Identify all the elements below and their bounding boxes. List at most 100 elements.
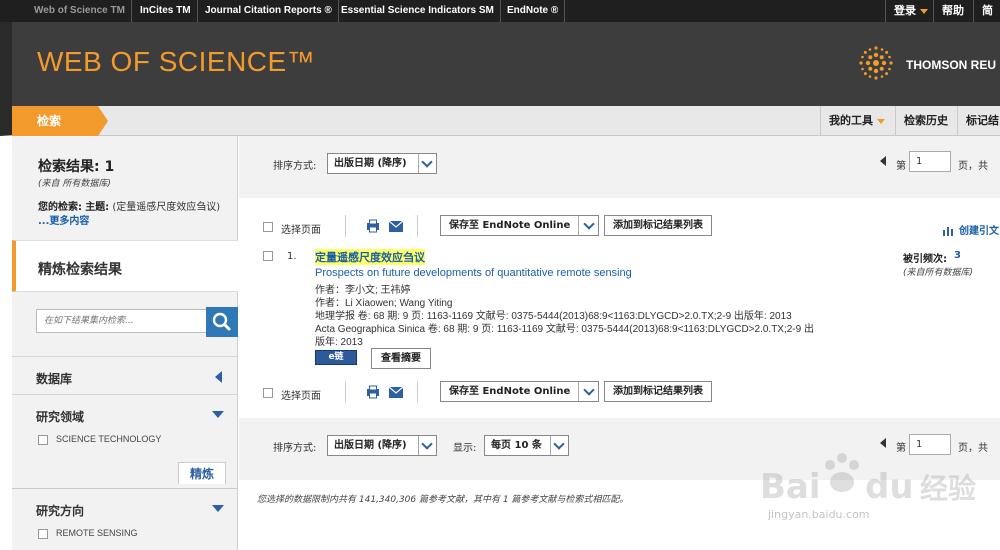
divider (417, 215, 418, 237)
product-link-endnote[interactable]: EndNote ® (501, 0, 566, 22)
watermark-url: jingyan.baidu.com (768, 508, 870, 521)
times-cited-source: (来自所有数据库) (903, 268, 974, 278)
print-icon[interactable] (366, 219, 380, 233)
sort-select[interactable]: 出版日期 (降序) (327, 153, 437, 174)
marked-list-link[interactable]: 标记结 (957, 106, 1000, 136)
chevron-down-icon (418, 154, 436, 173)
svg-text:du: du (865, 467, 914, 507)
research-direction-label: 研究方向 (36, 504, 85, 518)
tab-search[interactable]: 检索 (12, 106, 108, 136)
research-direction-option[interactable]: REMOTE SENSING (38, 528, 138, 539)
per-page-value: 每页 10 条 (491, 440, 542, 451)
sort-select[interactable]: 出版日期 (降序) (327, 435, 437, 456)
chevron-down-icon (550, 436, 568, 455)
checkbox[interactable] (38, 434, 48, 445)
product-link-jcr[interactable]: Journal Citation Reports ® (199, 0, 339, 22)
query-label: 您的检索: (38, 202, 82, 213)
divider (345, 215, 346, 237)
show-label: 显示: (453, 443, 477, 454)
record-source-en-year: 版年: 2013 (315, 337, 363, 348)
save-endnote-label: 保存至 EndNote Online (449, 386, 571, 397)
help-link[interactable]: 帮助 (933, 0, 972, 22)
e-link-badge[interactable]: e链 (315, 350, 357, 365)
divider (345, 381, 346, 403)
save-endnote-button[interactable]: 保存至 EndNote Online (440, 215, 600, 236)
prev-page-icon[interactable] (880, 156, 886, 166)
product-bar: Web of Science TM InCites TM Journal Cit… (0, 0, 1000, 39)
chevron-down-icon (920, 8, 928, 14)
add-marked-button[interactable]: 添加到标记结果列表 (604, 381, 712, 402)
select-page-label: 选择页面 (281, 225, 321, 236)
sidebar: 检索结果: 1 (来自 所有数据库) 您的检索: 主题: (定量遥感尺度效应刍议… (12, 136, 238, 550)
research-area-option[interactable]: SCIENCE TECHNOLOGY (38, 434, 161, 445)
database-label: 数据库 (36, 372, 73, 386)
product-link-wos[interactable]: Web of Science TM (28, 0, 132, 22)
my-tools-menu[interactable]: 我的工具 (820, 106, 893, 136)
database-facet-header[interactable]: 数据库 (12, 356, 238, 396)
record-title-en[interactable]: Prospects on future developments of quan… (315, 267, 632, 279)
chevron-down-icon (877, 118, 885, 124)
refine-search-input[interactable] (36, 309, 208, 333)
per-page-select[interactable]: 每页 10 条 (484, 435, 569, 456)
language-menu[interactable]: 简体 (973, 0, 1000, 39)
svg-text:经验: 经验 (920, 472, 976, 505)
print-icon[interactable] (366, 385, 380, 399)
add-marked-button[interactable]: 添加到标记结果列表 (604, 215, 712, 236)
select-page-label: 选择页面 (281, 391, 321, 402)
thomson-reuters-logo (859, 46, 893, 80)
search-history-link[interactable]: 检索历史 (895, 106, 956, 136)
page-number-input[interactable] (909, 151, 951, 172)
chevron-down-icon (418, 436, 436, 455)
sort-value: 出版日期 (降序) (334, 440, 407, 451)
record-checkbox[interactable] (263, 251, 273, 261)
query-text: (定量遥感尺度效应刍议) (112, 202, 221, 213)
chevron-left-icon (215, 371, 222, 383)
result-footnote: 您选择的数据限制内共有 141,340,306 篇参考文献，其中有 1 篇参考文… (257, 495, 629, 505)
query-summary: 您的检索: 主题: (定量遥感尺度效应刍议) ...更多内容 (38, 201, 228, 229)
header: WEB OF SCIENCE™ (0, 22, 1000, 106)
research-direction-facet-header[interactable]: 研究方向 (12, 488, 238, 528)
refine-button[interactable]: 精炼 (178, 462, 226, 484)
page-total-label: 页，共 (958, 161, 988, 172)
research-area-label: 研究领域 (36, 410, 85, 424)
product-link-incites[interactable]: InCites TM (134, 0, 198, 22)
my-tools-label: 我的工具 (829, 114, 873, 127)
sort-label: 排序方式: (273, 161, 317, 172)
times-cited-label: 被引频次: (903, 254, 947, 265)
record-source-en: Acta Geographica Sinica 卷: 68 期: 9 页: 11… (315, 324, 814, 335)
research-direction-option-label: REMOTE SENSING (56, 528, 138, 538)
login-label: 登录 (894, 4, 916, 17)
view-abstract-button[interactable]: 查看摘要 (371, 348, 431, 369)
nav-bar: 检索 我的工具 检索历史 标记结 (0, 106, 1000, 136)
svg-text:Bai: Bai (760, 467, 821, 507)
search-icon (212, 312, 231, 331)
record-index: 1. (287, 251, 297, 262)
brand-name: THOMSON REU (906, 58, 996, 72)
product-link-esi[interactable]: Essential Science Indicators SM (335, 0, 501, 22)
select-page-checkbox[interactable] (263, 222, 273, 232)
bar-chart-icon (943, 227, 953, 236)
record-title-cn[interactable]: 定量遥感尺度效应刍议 (315, 249, 425, 265)
chevron-down-icon (212, 505, 224, 512)
divider (417, 381, 418, 403)
results-source: (来自 所有数据库) (38, 179, 111, 189)
select-page-checkbox[interactable] (263, 388, 273, 398)
results-count-title: 检索结果: 1 (38, 159, 115, 175)
sort-value: 出版日期 (降序) (334, 158, 407, 169)
times-cited-count[interactable]: 3 (954, 250, 961, 261)
chevron-down-icon (578, 216, 598, 235)
checkbox[interactable] (38, 528, 48, 539)
query-more-link[interactable]: ...更多内容 (38, 216, 89, 227)
create-citation-report-link[interactable]: 创建引文 (943, 222, 999, 237)
query-topic-label: 主题: (85, 202, 110, 213)
sort-label: 排序方式: (273, 443, 317, 454)
email-icon[interactable] (389, 221, 403, 232)
chevron-down-icon (578, 382, 598, 401)
save-endnote-label: 保存至 EndNote Online (449, 220, 571, 231)
save-endnote-button[interactable]: 保存至 EndNote Online (440, 381, 600, 402)
refine-search-button[interactable] (206, 307, 238, 337)
login-menu[interactable]: 登录 (885, 0, 936, 22)
research-area-facet-header[interactable]: 研究领域 (12, 394, 238, 434)
page-label: 第 (896, 161, 906, 172)
email-icon[interactable] (389, 387, 403, 398)
